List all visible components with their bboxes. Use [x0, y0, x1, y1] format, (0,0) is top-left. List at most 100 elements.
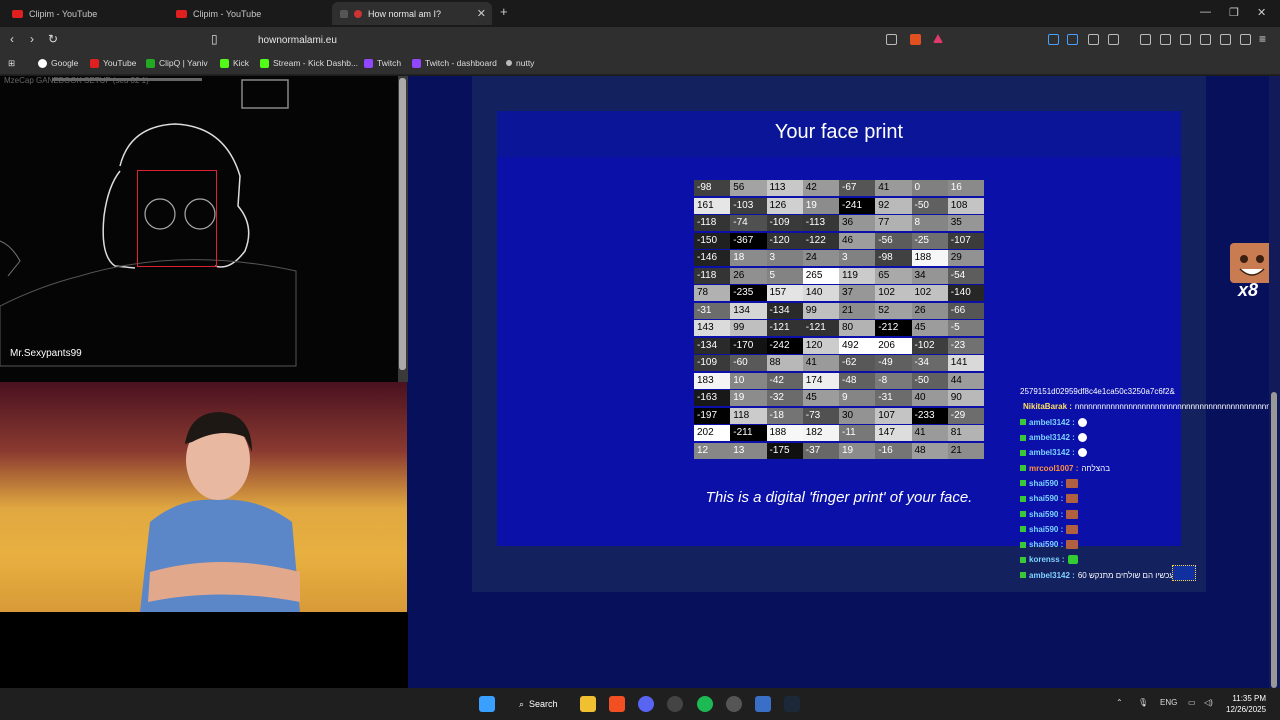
spotify-icon[interactable]	[697, 696, 713, 712]
minimize-icon[interactable]: —	[1200, 6, 1211, 18]
faceprint-cell: 188	[911, 250, 948, 266]
volume-icon[interactable]: ◁)	[1204, 698, 1213, 707]
faceprint-row: -118 26 5 265 119 65 34 -54	[694, 267, 984, 286]
bookmark-youtube[interactable]: YouTube	[90, 58, 136, 68]
tray-chevron-icon[interactable]: ⌃	[1116, 698, 1123, 707]
bookmark-google[interactable]: Google	[38, 58, 78, 68]
faceprint-cell: -18	[766, 407, 803, 424]
chat-username[interactable]: shai590 :	[1029, 510, 1063, 519]
app-icon[interactable]	[667, 696, 683, 712]
share-icon[interactable]	[886, 34, 897, 45]
faceprint-cell: 161	[694, 197, 731, 214]
faceprint-cell: 118	[730, 407, 767, 424]
faceprint-cell: 41	[911, 425, 948, 441]
faceprint-cell: -37	[802, 442, 839, 459]
bookmark-twitch-dashboard[interactable]: Twitch - dashboard	[412, 58, 497, 68]
chat-username[interactable]: shai590 :	[1029, 479, 1063, 488]
bookmark-kick-dashboard[interactable]: Stream - Kick Dashb...	[260, 58, 358, 68]
card-header: Your face print	[497, 111, 1181, 157]
faceprint-cell: -62	[839, 355, 876, 371]
webcam-edge-view: MzeCap GANEBOOK SETUP (seu 32 1) Mr.Sexy…	[0, 76, 398, 382]
kick-icon	[260, 58, 269, 68]
faceprint-cell: 41	[802, 355, 839, 371]
start-icon[interactable]	[479, 696, 495, 712]
microphone-icon[interactable]: 🎙	[1138, 698, 1148, 707]
faceprint-cell: 492	[839, 337, 876, 354]
bookmark-nutty[interactable]: nutty	[506, 58, 534, 68]
chat-username[interactable]: shai590 :	[1029, 525, 1063, 534]
file-explorer-icon[interactable]	[580, 696, 596, 712]
faceprint-cell: 90	[947, 390, 984, 406]
search-label: Search	[529, 699, 558, 709]
media-icon[interactable]	[1160, 34, 1171, 45]
restore-icon[interactable]: ❐	[1229, 6, 1239, 19]
faceprint-row: 78 -235 157 140 37 102 102 -140	[694, 285, 984, 303]
chat-username[interactable]: shai590 :	[1029, 540, 1063, 549]
obs-icon[interactable]	[726, 696, 742, 712]
webcam-scroll-thumb[interactable]	[399, 78, 406, 370]
wallet-icon[interactable]	[1108, 34, 1119, 45]
close-tab-icon[interactable]: ✕	[477, 7, 486, 20]
chat-emote-icon	[1067, 555, 1078, 565]
extension-icon[interactable]	[1048, 34, 1059, 45]
faceprint-cell: -8	[875, 372, 912, 389]
back-icon[interactable]: ‹	[10, 32, 14, 46]
chat-username[interactable]: ambel3142 :	[1029, 433, 1075, 442]
puzzle-icon[interactable]	[1088, 34, 1099, 45]
faceprint-cell: -211	[730, 425, 767, 441]
menu-icon[interactable]: ≡	[1259, 32, 1266, 46]
tab-clipim-1[interactable]: Clipim - YouTube	[4, 2, 166, 25]
apps-icon[interactable]: ⊞	[8, 58, 15, 69]
chat-username[interactable]: NikitaBarak :	[1023, 402, 1072, 411]
clock-time: 11:35 PM	[1232, 694, 1267, 703]
leo-icon[interactable]	[1220, 34, 1231, 45]
bookmarks-bar: ⊞ Google YouTube ClipQ | Yaniv Kick Stre…	[0, 52, 1280, 75]
tab-how-normal[interactable]: How normal am I? ✕	[332, 2, 492, 25]
clock[interactable]: 11:35 PM 12/26/2025	[1226, 693, 1266, 715]
sidebar-icon[interactable]	[1180, 34, 1191, 45]
taskbar-search[interactable]: ⌕ Search	[509, 693, 567, 715]
streamer-name: Mr.Sexypants99	[10, 348, 82, 359]
bookmark-twitch[interactable]: Twitch	[364, 58, 401, 68]
brave-icon[interactable]	[609, 696, 625, 712]
new-tab-button[interactable]: +	[500, 4, 508, 19]
translate-icon[interactable]	[1067, 34, 1078, 45]
chat-username[interactable]: ambel3142 :	[1029, 418, 1075, 427]
language-indicator[interactable]: ENG	[1160, 698, 1177, 707]
faceprint-cell: 102	[875, 285, 912, 301]
faceprint-cell: 99	[730, 320, 767, 336]
kick-badge-icon	[1020, 449, 1026, 456]
chat-username[interactable]: ambel3142 :	[1029, 448, 1075, 457]
address-bar[interactable]: hownormalami.eu	[228, 30, 960, 50]
discord-icon[interactable]	[638, 696, 654, 712]
wallet2-icon[interactable]	[1200, 34, 1211, 45]
chat-message: NikitaBarak : nnnnnnnnnnnnnnnnnnnnnnnnnnn…	[1020, 399, 1280, 414]
faceprint-cell: 188	[766, 425, 803, 441]
bookmark-label: Twitch	[377, 58, 402, 68]
rewards-icon[interactable]	[933, 34, 943, 43]
faceprint-row: 183 10 -42 174 -48 -8 -50 44	[694, 372, 984, 391]
reload-icon[interactable]: ↻	[48, 32, 58, 46]
chat-username[interactable]: shai590 :	[1029, 494, 1063, 503]
forward-icon[interactable]: ›	[30, 32, 34, 46]
page-scroll-thumb[interactable]	[1271, 392, 1277, 688]
download-icon[interactable]	[1140, 34, 1151, 45]
faceprint-cell: 26	[911, 302, 948, 319]
faceprint-cell: 265	[802, 267, 839, 284]
chat-username[interactable]: mrcool1007 :	[1029, 464, 1078, 473]
chat-username[interactable]: korenss :	[1029, 555, 1065, 564]
network-icon[interactable]: ▭	[1188, 698, 1196, 707]
chat-message: shai590 :	[1020, 522, 1268, 537]
steam-icon[interactable]	[784, 696, 800, 712]
vpn-icon[interactable]	[1240, 34, 1251, 45]
tab-clipim-2[interactable]: Clipim - YouTube	[168, 2, 330, 25]
bookmark-clipq[interactable]: ClipQ | Yaniv	[146, 58, 208, 68]
bookmark-icon[interactable]: ▯	[211, 32, 218, 46]
streamer-camera	[0, 382, 407, 612]
faceprint-row: -163 19 -32 45 9 -31 40 90	[694, 390, 984, 408]
chat-username[interactable]: ambel3142 :	[1029, 571, 1075, 580]
bookmark-kick[interactable]: Kick	[220, 58, 249, 68]
close-window-icon[interactable]: ✕	[1257, 6, 1266, 19]
brave-shield-icon[interactable]	[910, 34, 921, 45]
app2-icon[interactable]	[755, 696, 771, 712]
